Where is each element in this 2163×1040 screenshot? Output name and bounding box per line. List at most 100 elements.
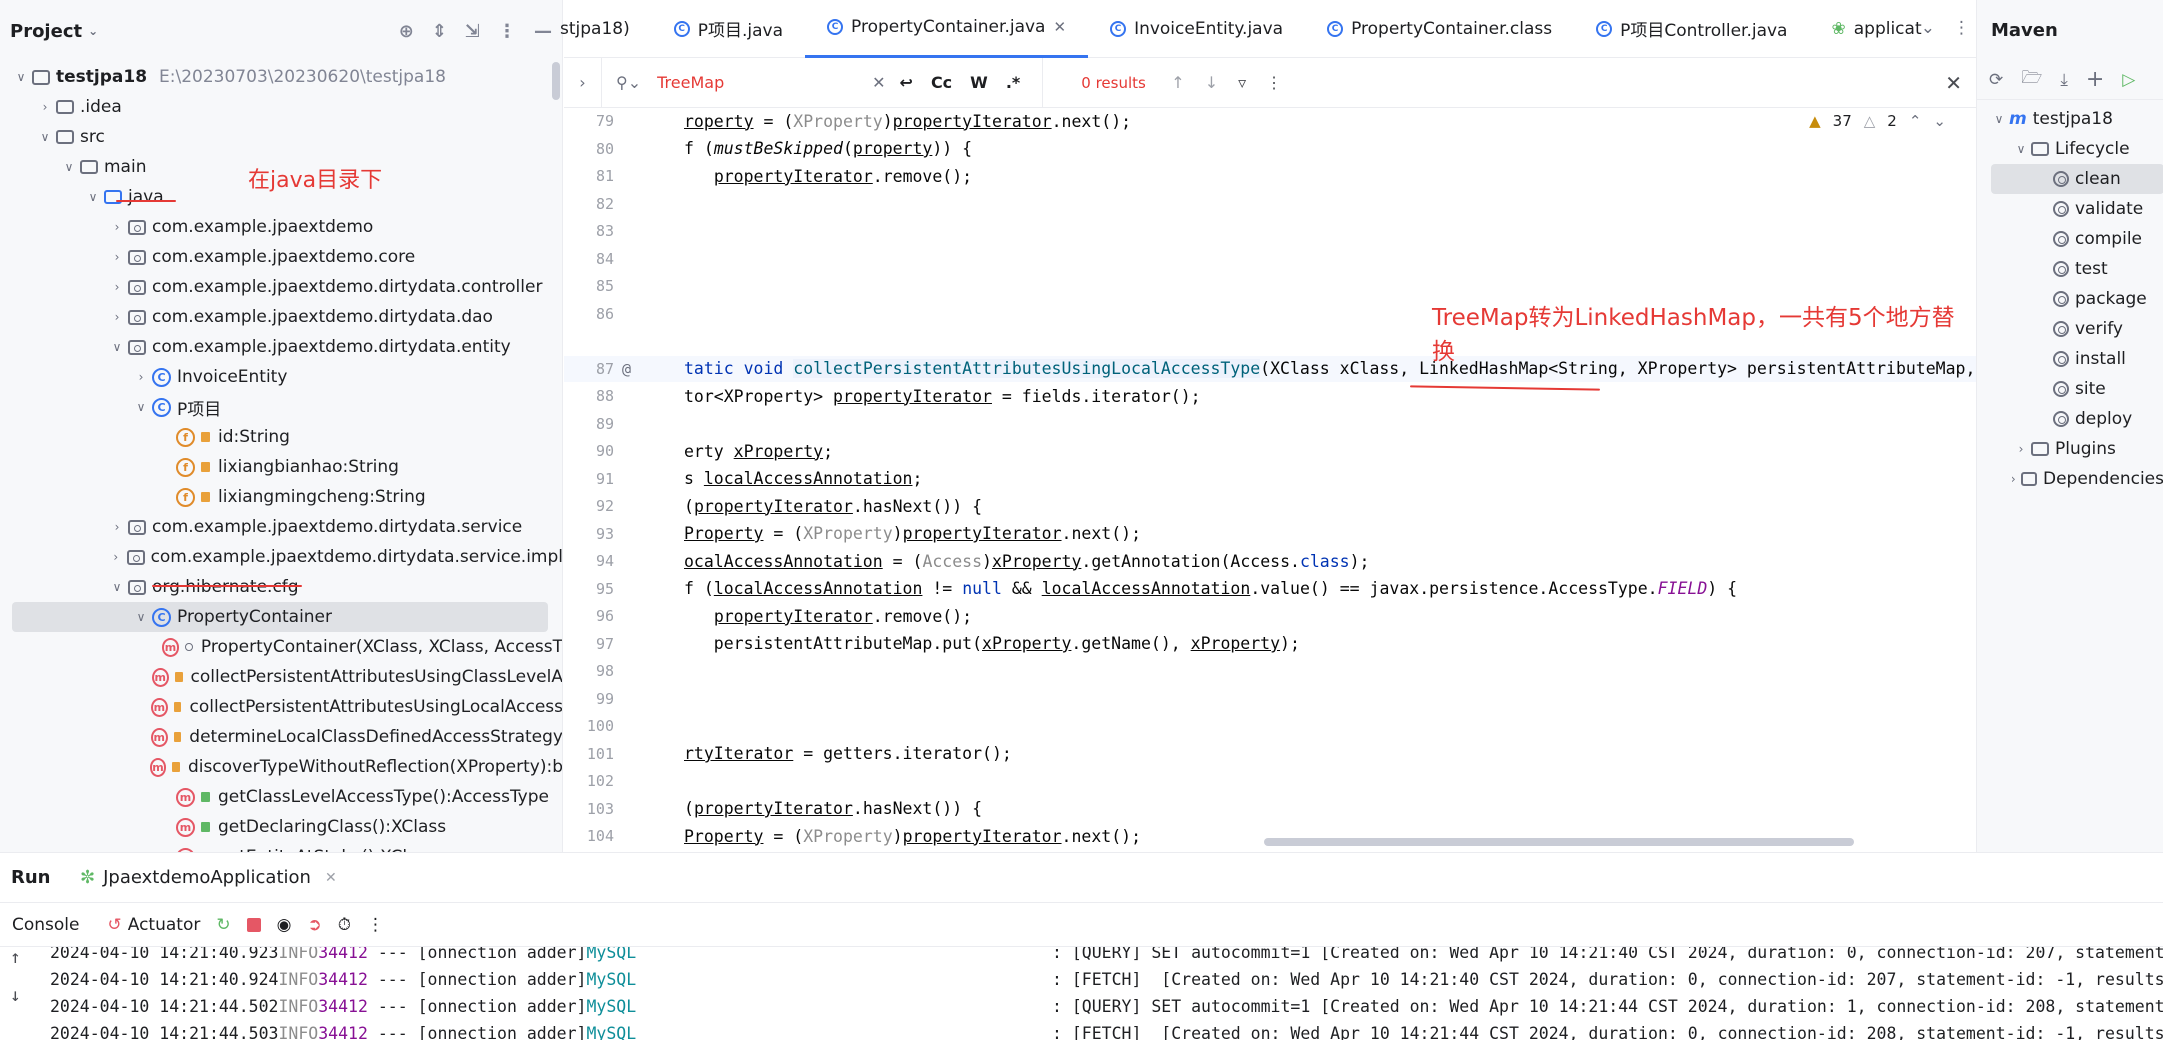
chevron-right-icon[interactable]: › bbox=[130, 370, 152, 384]
close-icon[interactable]: ✕ bbox=[325, 870, 337, 886]
editor-tab[interactable]: C PropertyContainer.java ✕ bbox=[805, 0, 1089, 58]
next-occurrence-icon[interactable]: ↓ bbox=[1205, 73, 1218, 92]
tree-item[interactable]: m getClassLevelAccessType():AccessType bbox=[0, 782, 562, 812]
run-icon[interactable]: ▷ bbox=[2122, 70, 2135, 90]
close-icon[interactable]: ✕ bbox=[1945, 71, 1962, 95]
maven-tree-item[interactable]: verify bbox=[1977, 314, 2163, 344]
scroll-up-icon[interactable]: ↑ bbox=[10, 947, 21, 968]
chevron-down-icon[interactable]: ∨ bbox=[82, 190, 104, 204]
tree-item[interactable]: ∨ org.hibernate.cfg bbox=[0, 572, 562, 602]
tree-item[interactable]: f lixiangmingcheng:String bbox=[0, 482, 562, 512]
match-case-toggle[interactable]: Cc bbox=[931, 73, 952, 92]
tree-item[interactable]: ∨ C PropertyContainer bbox=[12, 602, 548, 632]
tree-item[interactable]: m collectPersistentAttributesUsingLocalAc… bbox=[0, 692, 562, 722]
close-icon[interactable]: ✕ bbox=[1053, 18, 1066, 36]
editor-tab[interactable]: C PropertyContainer.class bbox=[1305, 0, 1574, 58]
rerun-icon[interactable]: ↻ bbox=[216, 915, 230, 935]
maven-tree-item[interactable]: compile bbox=[1977, 224, 2163, 254]
prev-problem-icon[interactable]: ⌃ bbox=[1909, 112, 1922, 130]
project-view-selector[interactable]: Project ⌄ bbox=[10, 21, 98, 42]
chevron-right-icon[interactable]: › bbox=[2011, 442, 2031, 456]
tree-item[interactable]: ∨ C P项目 bbox=[0, 392, 562, 422]
tree-item[interactable]: m determineLocalClassDefinedAccessStrateg… bbox=[0, 722, 562, 752]
chevron-down-icon[interactable]: ∨ bbox=[2011, 142, 2031, 156]
maven-tree-item[interactable]: install bbox=[1977, 344, 2163, 374]
clear-search-icon[interactable]: ✕ bbox=[872, 73, 885, 92]
add-icon[interactable]: + bbox=[2086, 67, 2104, 92]
console-tab[interactable]: Console bbox=[12, 915, 80, 935]
chevron-down-icon[interactable]: ∨ bbox=[106, 580, 128, 594]
tree-item[interactable]: f id:String bbox=[0, 422, 562, 452]
tree-item[interactable]: › com.example.jpaextdemo.dirtydata.servic… bbox=[0, 512, 562, 542]
maven-tree-item[interactable]: ∨ m testjpa18 bbox=[1977, 104, 2163, 134]
maven-tree-item[interactable]: › Plugins bbox=[1977, 434, 2163, 464]
tree-item[interactable]: › com.example.jpaextdemo.dirtydata.servic… bbox=[0, 542, 562, 572]
newline-icon[interactable]: ↩ bbox=[900, 73, 913, 92]
chevron-down-icon[interactable]: ∨ bbox=[106, 340, 128, 354]
editor-tab[interactable]: C P项目Controller.java bbox=[1574, 0, 1809, 58]
chevron-right-icon[interactable]: › bbox=[106, 250, 128, 264]
maven-tree-item[interactable]: site bbox=[1977, 374, 2163, 404]
expand-all-icon[interactable]: ⇕ bbox=[432, 21, 447, 42]
next-problem-icon[interactable]: ⌄ bbox=[1933, 112, 1946, 130]
project-scrollbar[interactable] bbox=[552, 62, 560, 100]
expand-replace-icon[interactable]: › bbox=[564, 57, 602, 108]
chevron-right-icon[interactable]: › bbox=[106, 310, 128, 324]
maven-tree-item[interactable]: validate bbox=[1977, 194, 2163, 224]
annotation-gutter-icon[interactable]: @ bbox=[614, 360, 664, 378]
maven-tree-item[interactable]: ∨ Lifecycle bbox=[1977, 134, 2163, 164]
chevron-down-icon[interactable]: ∨ bbox=[1989, 112, 2009, 126]
tree-item[interactable]: › C InvoiceEntity bbox=[0, 362, 562, 392]
chevron-right-icon[interactable]: › bbox=[106, 520, 128, 534]
search-input[interactable]: TreeMap bbox=[657, 73, 872, 92]
maven-tree-item[interactable]: package bbox=[1977, 284, 2163, 314]
more-options-icon[interactable]: ⋮ bbox=[367, 915, 384, 935]
tree-item[interactable]: m collectPersistentAttributesUsingClassLe… bbox=[0, 662, 562, 692]
maven-tree-item[interactable]: deploy bbox=[1977, 404, 2163, 434]
tree-item[interactable]: m discoverTypeWithoutReflection(XProperty… bbox=[0, 752, 562, 782]
prev-occurrence-icon[interactable]: ↑ bbox=[1171, 73, 1184, 92]
search-icon[interactable]: ⚲⌄ bbox=[616, 73, 641, 92]
filter-icon[interactable]: ▿ bbox=[1238, 73, 1246, 92]
stop-icon[interactable] bbox=[246, 917, 261, 932]
editor-horizontal-scrollbar[interactable] bbox=[1264, 838, 1854, 846]
regex-toggle[interactable]: .* bbox=[1006, 73, 1020, 92]
whole-word-toggle[interactable]: W bbox=[970, 73, 988, 92]
tree-item[interactable]: › .idea bbox=[0, 92, 562, 122]
chevron-down-icon[interactable]: ∨ bbox=[58, 160, 80, 174]
console-output[interactable]: ↑ ↓ 2024-04-10 14:21:40.923 INFO 34412 -… bbox=[0, 947, 2163, 1040]
editor-tab[interactable]: C InvoiceEntity.java bbox=[1088, 0, 1305, 58]
chevron-down-icon[interactable]: ∨ bbox=[10, 70, 32, 84]
chevron-right-icon[interactable]: › bbox=[105, 550, 127, 564]
actuator-tab[interactable]: ↺ Actuator bbox=[108, 915, 201, 935]
tree-item[interactable]: › com.example.jpaextdemo.dirtydata.contro… bbox=[0, 272, 562, 302]
camera-icon[interactable]: ◉ bbox=[277, 915, 292, 935]
chevron-right-icon[interactable]: › bbox=[106, 280, 128, 294]
maven-tree-item[interactable]: test bbox=[1977, 254, 2163, 284]
chevron-down-icon[interactable]: ∨ bbox=[130, 400, 152, 414]
locate-icon[interactable]: ⊕ bbox=[399, 21, 414, 42]
download-icon[interactable]: ⤓ bbox=[2060, 70, 2068, 90]
more-options-icon[interactable]: ⋮ bbox=[498, 21, 516, 42]
open-folder-icon[interactable]: 🗁 bbox=[2021, 65, 2042, 94]
tree-item[interactable]: f lixiangbianhao:String bbox=[0, 452, 562, 482]
tree-item[interactable]: mgetEntityAtStake():XClass bbox=[0, 842, 562, 852]
scroll-down-icon[interactable]: ↓ bbox=[10, 985, 21, 1006]
editor-tab[interactable]: C P项目.java bbox=[652, 0, 805, 58]
tree-item[interactable]: m getDeclaringClass():XClass bbox=[0, 812, 562, 842]
run-tool-title[interactable]: Run bbox=[0, 867, 80, 888]
reload-icon[interactable]: ⟳ bbox=[1989, 70, 2003, 90]
chevron-right-icon[interactable]: › bbox=[34, 100, 56, 114]
more-options-icon[interactable]: ⋮ bbox=[1266, 73, 1282, 92]
chevron-right-icon[interactable]: › bbox=[2005, 472, 2021, 486]
tree-item[interactable]: › com.example.jpaextdemo.core bbox=[0, 242, 562, 272]
more-options-icon[interactable]: ⋮ bbox=[1953, 18, 1970, 38]
chevron-right-icon[interactable]: › bbox=[106, 220, 128, 234]
chevron-down-icon[interactable]: ⌄ bbox=[1921, 18, 1935, 38]
tree-item[interactable]: ∨ com.example.jpaextdemo.dirtydata.entity bbox=[0, 332, 562, 362]
tree-item[interactable]: m PropertyContainer(XClass, XClass, Acces… bbox=[0, 632, 562, 662]
collapse-all-icon[interactable]: ⇲ bbox=[465, 21, 480, 42]
maven-tree-item[interactable]: › Dependencies bbox=[1977, 464, 2163, 494]
chevron-down-icon[interactable]: ∨ bbox=[34, 130, 56, 144]
chevron-down-icon[interactable]: ∨ bbox=[130, 610, 152, 624]
